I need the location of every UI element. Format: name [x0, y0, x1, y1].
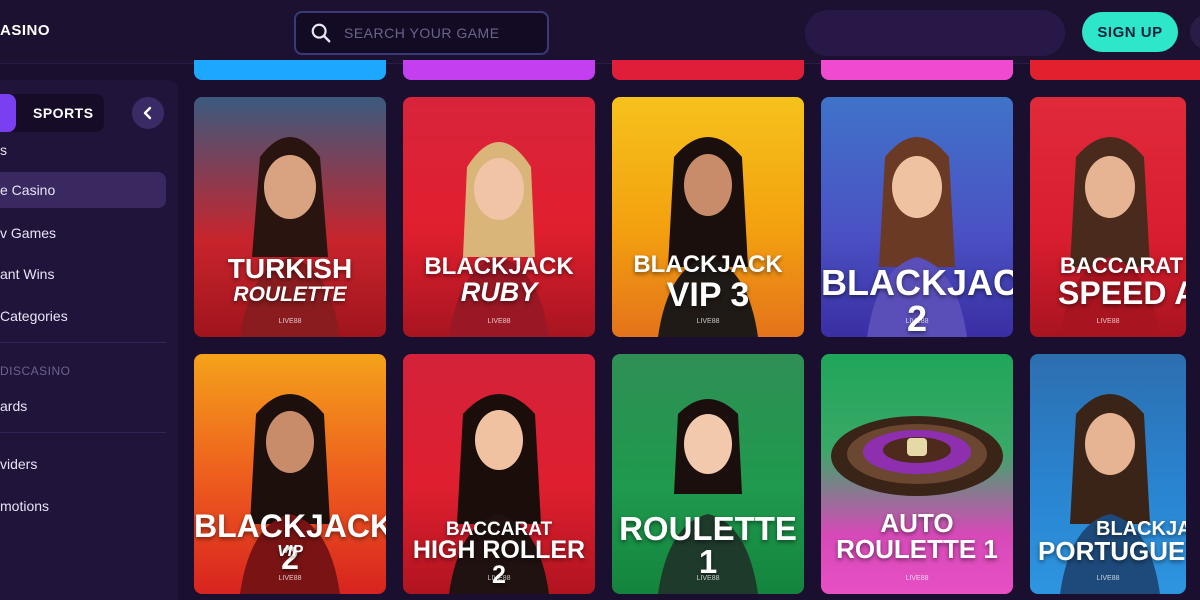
game-card-strip[interactable]	[821, 60, 1013, 80]
game-card-strip[interactable]	[194, 60, 386, 80]
game-card-strip[interactable]	[1030, 60, 1200, 80]
game-title: BLACKJACK 2	[821, 262, 1013, 337]
game-card[interactable]: BLACKJACK 2 LIVE88	[821, 97, 1013, 337]
game-card[interactable]: AUTO ROULETTE 1 LIVE88	[821, 354, 1013, 594]
game-card[interactable]: BLACKJACK 2 VIP LIVE88	[194, 354, 386, 594]
game-subtitle: SPEED A	[1058, 275, 1186, 311]
roulette-wheel-image	[831, 416, 1003, 496]
game-provider: LIVE88	[905, 575, 929, 582]
game-card[interactable]: BLACKJACK RUBY LIVE88	[403, 97, 595, 337]
game-title: TURKISH	[227, 253, 353, 284]
game-provider: LIVE88	[487, 575, 511, 582]
game-card-strip[interactable]	[612, 60, 804, 80]
game-title: BLACKJACK	[424, 253, 574, 280]
account-area-blurred	[805, 10, 1065, 56]
game-provider: LIVE88	[905, 318, 929, 325]
sidebar: SPORTS s e Casino v Games ant Wins Categ…	[0, 80, 178, 600]
sidebar-item-new-games[interactable]: v Games	[0, 215, 56, 251]
tab-sports[interactable]: SPORTS	[33, 105, 94, 121]
menu-button-edge[interactable]	[1190, 14, 1200, 50]
search-icon	[311, 23, 331, 43]
game-provider: LIVE88	[1096, 575, 1120, 582]
sidebar-divider	[0, 342, 166, 343]
sidebar-divider	[0, 432, 166, 433]
search-input[interactable]	[344, 25, 524, 41]
game-card[interactable]: BACCARAT HIGH ROLLER 2 LIVE88	[403, 354, 595, 594]
sidebar-item-rewards[interactable]: ards	[0, 388, 27, 424]
sidebar-tabs: SPORTS	[0, 94, 104, 132]
game-provider: LIVE88	[696, 318, 720, 325]
sidebar-section-label: DISCASINO	[0, 364, 71, 378]
game-provider: LIVE88	[1096, 318, 1120, 325]
casino-logo[interactable]: ASINO	[0, 22, 50, 39]
game-provider: LIVE88	[487, 318, 511, 325]
collapse-sidebar-button[interactable]	[132, 97, 164, 129]
sidebar-item-promotions[interactable]: motions	[0, 488, 49, 524]
game-provider: LIVE88	[278, 318, 302, 325]
game-subtitle: VIP	[277, 543, 303, 560]
sign-up-button[interactable]: SIGN UP	[1082, 12, 1178, 52]
game-card[interactable]: TURKISH ROULETTE LIVE88	[194, 97, 386, 337]
game-provider: LIVE88	[696, 575, 720, 582]
tab-casino[interactable]	[0, 94, 16, 132]
game-card-strip[interactable]	[403, 60, 595, 80]
game-title: ROULETTE 1	[619, 510, 797, 580]
sidebar-item-live-casino[interactable]: e Casino	[0, 172, 166, 208]
sidebar-item-providers[interactable]: viders	[0, 446, 37, 482]
game-title: BLACKJACK	[633, 251, 783, 278]
top-bar: ASINO SIGN UP	[0, 0, 1200, 64]
search-box[interactable]	[294, 11, 549, 55]
game-card[interactable]: BLACKJACK VIP 3 LIVE88	[612, 97, 804, 337]
sidebar-item-instant-wins[interactable]: ant Wins	[0, 256, 54, 292]
game-subtitle: VIP 3	[666, 276, 750, 314]
game-subtitle: PORTUGUE	[1038, 536, 1186, 566]
game-card[interactable]: BACCARAT SPEED A LIVE88	[1030, 97, 1186, 337]
game-subtitle: RUBY	[460, 277, 538, 307]
game-subtitle: ROULETTE	[233, 283, 347, 306]
game-title: AUTO ROULETTE 1	[836, 508, 998, 564]
chevron-left-icon	[143, 106, 152, 120]
sidebar-item-games[interactable]: s	[0, 132, 7, 168]
game-title: BLACKJACK 2	[194, 508, 386, 576]
game-card[interactable]: BLACKJACK PORTUGUE LIVE88	[1030, 354, 1186, 594]
game-title: BACCARAT	[1060, 253, 1184, 278]
sidebar-item-categories[interactable]: Categories	[0, 298, 68, 334]
game-card[interactable]: ROULETTE 1 LIVE88	[612, 354, 804, 594]
game-provider: LIVE88	[278, 575, 302, 582]
